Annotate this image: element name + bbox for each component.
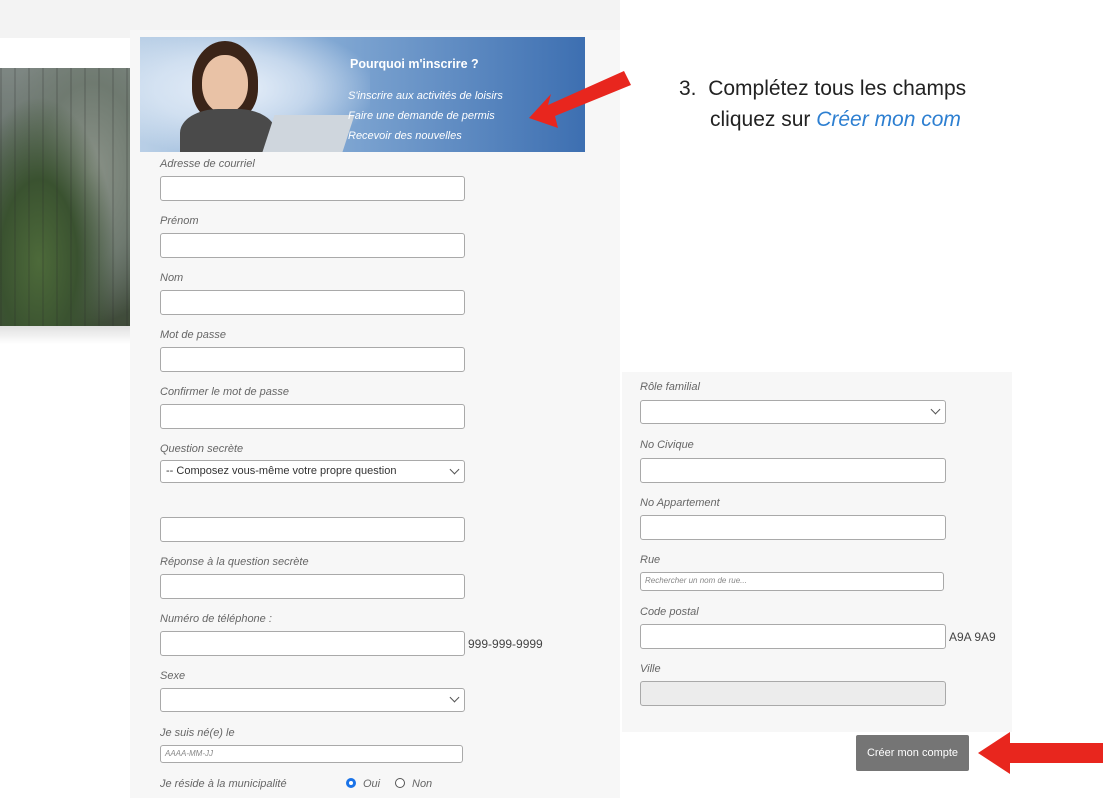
banner-link-permit[interactable]: Faire une demande de permis	[348, 110, 495, 122]
arrow-pointer-banner	[529, 71, 631, 128]
background-photo-fence	[0, 68, 130, 326]
family-role-label: Rôle familial	[640, 381, 700, 393]
why-register-banner: Pourquoi m'inscrire ? S'inscrire aux act…	[140, 37, 585, 152]
firstname-input[interactable]	[160, 233, 465, 258]
chevron-down-icon	[449, 464, 460, 475]
birthdate-label: Je suis né(e) le	[160, 727, 235, 739]
sex-select[interactable]	[160, 688, 465, 712]
postal-format-hint: A9A 9A9	[949, 630, 996, 644]
instruction-line1: Complétez tous les champs	[708, 77, 967, 100]
background-photo-shadow	[0, 326, 130, 344]
firstname-label: Prénom	[160, 215, 199, 227]
resident-no-radio[interactable]	[395, 778, 405, 788]
postal-code-input[interactable]	[640, 624, 946, 649]
secret-answer-input[interactable]	[160, 574, 465, 599]
apartment-input[interactable]	[640, 515, 946, 540]
secret-answer-label: Réponse à la question secrète	[160, 556, 309, 568]
password-input[interactable]	[160, 347, 465, 372]
banner-link-news[interactable]: Recevoir des nouvelles	[348, 130, 462, 142]
create-account-button[interactable]: Créer mon compte	[856, 735, 969, 771]
civic-number-label: No Civique	[640, 439, 694, 451]
birthdate-input[interactable]: AAAA-MM-JJ	[160, 745, 463, 763]
confirm-password-input[interactable]	[160, 404, 465, 429]
instruction-number: 3.	[679, 77, 697, 100]
phone-input[interactable]	[160, 631, 465, 656]
banner-laptop	[261, 115, 355, 152]
civic-number-input[interactable]	[640, 458, 946, 483]
family-role-select[interactable]	[640, 400, 946, 424]
street-search-input[interactable]: Rechercher un nom de rue...	[640, 572, 944, 591]
address-form-panel	[622, 372, 1012, 732]
resident-no-label: Non	[412, 778, 433, 790]
resident-yes-radio[interactable]	[346, 778, 356, 788]
lastname-input[interactable]	[160, 290, 465, 315]
secret-question-label: Question secrète	[160, 443, 244, 455]
email-input[interactable]	[160, 176, 465, 201]
secret-question-select[interactable]: -- Composez vous-même votre propre quest…	[160, 460, 465, 483]
city-label: Ville	[640, 663, 661, 675]
chevron-down-icon	[930, 404, 941, 415]
instruction-link: Créer mon com	[816, 108, 961, 131]
resident-yes-label: Oui	[363, 778, 381, 790]
street-label: Rue	[640, 554, 661, 566]
postal-code-label: Code postal	[640, 606, 699, 618]
phone-label: Numéro de téléphone :	[160, 613, 272, 625]
birthdate-placeholder: AAAA-MM-JJ	[165, 749, 213, 758]
street-placeholder: Rechercher un nom de rue...	[645, 576, 747, 585]
apartment-label: No Appartement	[640, 497, 720, 509]
banner-woman-face	[202, 55, 248, 113]
phone-format-hint: 999-999-9999	[468, 637, 543, 651]
instruction-step: 3. Complétez tous les champs cliquez sur…	[679, 73, 966, 135]
instruction-line2-prefix: cliquez sur	[710, 108, 817, 131]
banner-link-activities[interactable]: S'inscrire aux activités de loisirs	[348, 90, 503, 102]
banner-woman-body	[180, 109, 276, 152]
secret-question-selected: -- Composez vous-même votre propre quest…	[166, 465, 397, 477]
confirm-password-label: Confirmer le mot de passe	[160, 386, 289, 398]
chevron-down-icon	[449, 692, 460, 703]
email-label: Adresse de courriel	[160, 158, 255, 170]
password-label: Mot de passe	[160, 329, 227, 341]
sex-label: Sexe	[160, 670, 186, 682]
resident-label: Je réside à la municipalité	[160, 778, 287, 790]
arrow-pointer-button	[978, 732, 1103, 774]
custom-question-input[interactable]	[160, 517, 465, 542]
lastname-label: Nom	[160, 272, 184, 284]
banner-title: Pourquoi m'inscrire ?	[350, 57, 479, 71]
city-input	[640, 681, 946, 706]
